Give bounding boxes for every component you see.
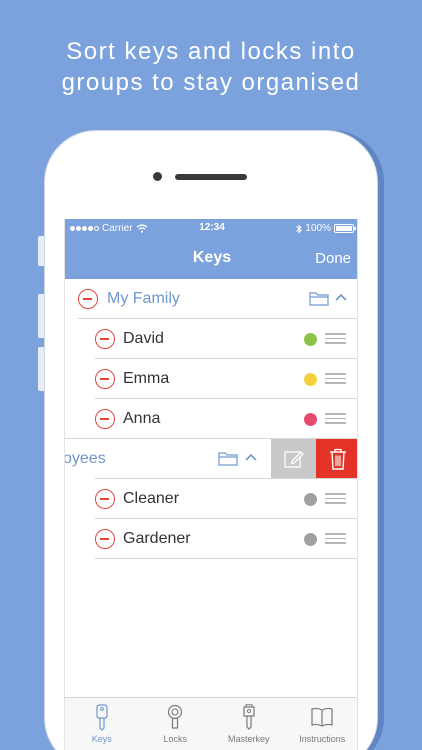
key-icon [96,704,108,731]
tab-masterkey[interactable]: Masterkey [212,698,286,750]
key-color-dot [304,413,317,426]
headline: Sort keys and locks into groups to stay … [0,36,422,98]
tab-label: Instructions [299,734,346,744]
reorder-handle-icon[interactable] [325,493,346,504]
nav-bar: Keys Done [65,239,357,279]
tab-label: Keys [91,734,112,744]
group-row-employees[interactable]: oyees [64,439,357,479]
remove-group-icon[interactable] [78,289,98,309]
tab-bar: Keys Locks Masterkey Instructions [65,697,358,750]
key-row-emma[interactable]: Emma [65,359,357,399]
edit-icon [284,451,304,468]
key-row-david[interactable]: David [65,319,357,359]
done-button[interactable]: Done [315,250,351,267]
key-row-gardener[interactable]: Gardener [65,519,357,559]
headline-line-1: Sort keys and locks into [66,38,356,65]
masterkey-icon [243,704,255,730]
key-label: Emma [123,370,170,387]
remove-key-icon[interactable] [95,409,115,429]
bluetooth-icon [296,223,303,234]
remove-key-icon[interactable] [95,369,115,389]
tab-label: Locks [163,734,187,744]
tab-keys[interactable]: Keys [65,698,139,750]
remove-key-icon[interactable] [95,529,115,549]
delete-group-button[interactable] [316,439,357,479]
key-label: Gardener [123,530,191,547]
battery-percent: 100% [305,223,331,234]
speaker-grille [175,174,247,180]
chevron-up-icon[interactable] [245,453,257,462]
headline-line-2: groups to stay organised [61,69,361,96]
tab-instructions[interactable]: Instructions [286,698,358,750]
reorder-handle-icon[interactable] [325,373,346,384]
remove-key-icon[interactable] [95,489,115,509]
status-bar: Carrier 12:34 100% [65,219,357,239]
key-label: Cleaner [123,490,180,507]
edit-group-button[interactable] [271,439,316,479]
key-color-dot [304,333,317,346]
key-row-anna[interactable]: Anna [65,399,357,439]
lock-icon [168,704,183,729]
app-screen: Carrier 12:34 100% Keys Done My Family D… [64,219,358,750]
row-divider [95,558,357,559]
key-label: David [123,330,164,347]
key-color-dot [304,373,317,386]
book-icon [311,707,333,727]
reorder-handle-icon[interactable] [325,413,346,424]
group-label: My Family [107,290,180,307]
tab-label: Masterkey [227,734,270,744]
reorder-handle-icon[interactable] [325,533,346,544]
chevron-up-icon[interactable] [335,293,347,302]
remove-key-icon[interactable] [95,329,115,349]
key-row-cleaner[interactable]: Cleaner [65,479,357,519]
page-title: Keys [192,249,232,266]
key-label: Anna [123,410,161,427]
reorder-handle-icon[interactable] [325,333,346,344]
tab-locks[interactable]: Locks [139,698,213,750]
key-color-dot [304,493,317,506]
folder-icon[interactable] [218,451,238,466]
group-label: oyees [64,450,106,467]
trash-icon [330,448,346,470]
camera-icon [153,172,162,181]
key-color-dot [304,533,317,546]
group-row-my-family[interactable]: My Family [65,279,357,319]
folder-icon[interactable] [309,291,329,306]
battery-icon [334,224,356,233]
